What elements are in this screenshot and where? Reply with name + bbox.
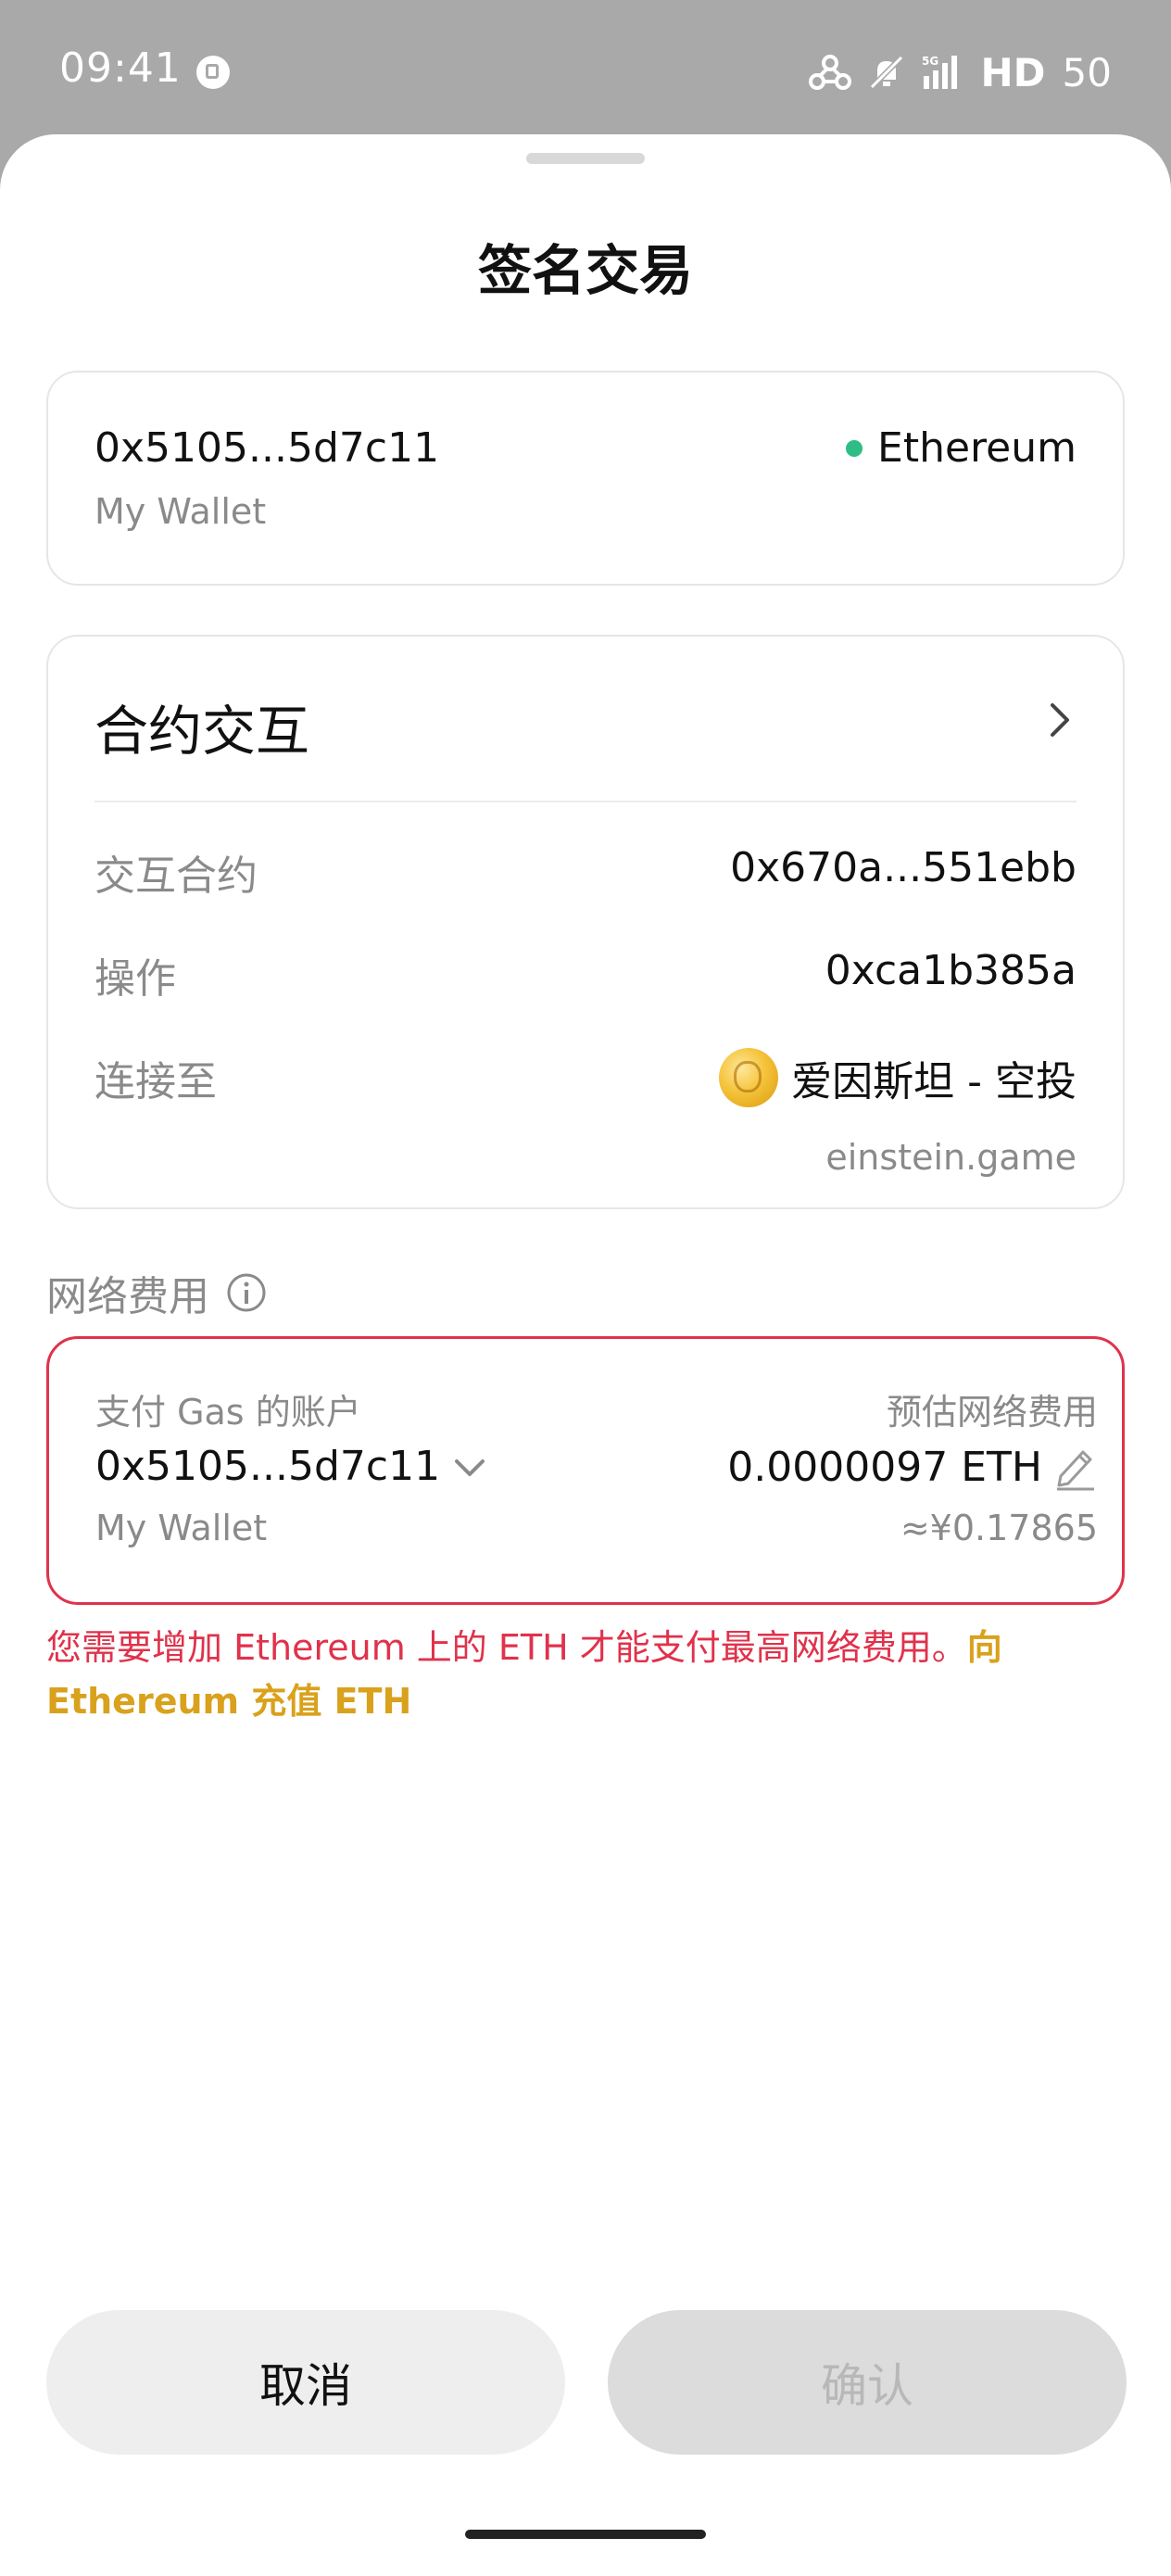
hotspot-icon bbox=[808, 55, 851, 90]
account-card: 0x5105...5d7c11 My Wallet Ethereum bbox=[46, 371, 1125, 586]
dapp-domain: einstein.game bbox=[825, 1137, 1077, 1178]
estimated-fee-value: 0.0000097 ETH bbox=[727, 1443, 1042, 1491]
warning-text: 您需要增加 Ethereum 上的 ETH 才能支付最高网络费用。 bbox=[46, 1627, 967, 1668]
mute-icon bbox=[869, 55, 903, 90]
estimated-fee-label: 预估网络费用 bbox=[886, 1392, 1098, 1433]
svg-text:5G: 5G bbox=[922, 55, 938, 68]
network-fee-title: 网络费用 bbox=[46, 1273, 209, 1320]
chevron-down-icon bbox=[455, 1458, 485, 1476]
signal-5g-icon: 5G bbox=[922, 55, 957, 89]
network-indicator: Ethereum bbox=[846, 424, 1077, 472]
confirm-button[interactable]: 确认 bbox=[608, 2310, 1127, 2455]
account-address: 0x5105...5d7c11 bbox=[94, 424, 440, 472]
operation-row: 操作 0xca1b385a bbox=[94, 945, 1077, 1010]
gas-payer-wallet: My Wallet bbox=[95, 1508, 268, 1548]
gas-payer-address: 0x5105...5d7c11 bbox=[95, 1443, 441, 1490]
contract-interaction-title: 合约交互 bbox=[94, 700, 310, 763]
row-label: 连接至 bbox=[94, 1058, 217, 1105]
contract-interaction-header[interactable]: 合约交互 bbox=[94, 637, 1077, 802]
edit-pencil-icon[interactable] bbox=[1051, 1443, 1098, 1491]
chevron-right-icon bbox=[1051, 703, 1069, 737]
status-bar: 09:41 5G HD 50 bbox=[0, 0, 1171, 139]
gas-payer-selector[interactable]: 0x5105...5d7c11 bbox=[95, 1443, 488, 1490]
dapp-info: 爱因斯坦 - 空投 bbox=[719, 1048, 1077, 1107]
insufficient-funds-warning: 您需要增加 Ethereum 上的 ETH 才能支付最高网络费用。向 Ether… bbox=[46, 1621, 1093, 1728]
network-type-label: HD bbox=[980, 49, 1046, 95]
connected-dapp-row: 连接至 爱因斯坦 - 空投 bbox=[94, 1048, 1077, 1113]
dapp-name: 爱因斯坦 - 空投 bbox=[791, 1058, 1077, 1105]
status-icons: 5G HD 50 bbox=[808, 46, 1112, 98]
estimated-fee: 0.0000097 ETH bbox=[727, 1443, 1098, 1491]
network-status-dot bbox=[846, 439, 863, 457]
dapp-logo-icon bbox=[719, 1048, 779, 1107]
status-time: 09:41 bbox=[59, 44, 182, 92]
contract-address-value[interactable]: 0x670a...551ebb bbox=[730, 844, 1077, 891]
network-fee-section-label: 网络费用 bbox=[46, 1263, 267, 1322]
contract-card: 合约交互 交互合约 0x670a...551ebb 操作 0xca1b385a … bbox=[46, 635, 1125, 1209]
network-fee-card: 支付 Gas 的账户 0x5105...5d7c11 My Wallet 预估网… bbox=[46, 1336, 1125, 1605]
sign-transaction-sheet: 签名交易 0x5105...5d7c11 My Wallet Ethereum … bbox=[0, 134, 1171, 2576]
estimated-fee-fiat: ≈¥0.17865 bbox=[900, 1508, 1098, 1548]
row-label: 操作 bbox=[94, 955, 176, 1003]
contract-address-row: 交互合约 0x670a...551ebb bbox=[94, 842, 1077, 907]
gas-payer-label: 支付 Gas 的账户 bbox=[95, 1392, 361, 1433]
cancel-button[interactable]: 取消 bbox=[46, 2310, 565, 2455]
home-indicator[interactable] bbox=[465, 2530, 706, 2539]
network-name: Ethereum bbox=[877, 424, 1077, 472]
sheet-title: 签名交易 bbox=[477, 239, 693, 302]
row-label: 交互合约 bbox=[94, 852, 258, 900]
info-icon[interactable] bbox=[226, 1272, 267, 1313]
operation-value: 0xca1b385a bbox=[825, 947, 1077, 994]
app-notification-icon bbox=[196, 56, 230, 89]
account-wallet-name: My Wallet bbox=[94, 491, 267, 532]
battery-level: 50 bbox=[1062, 49, 1112, 95]
sheet-drag-handle[interactable] bbox=[526, 153, 645, 164]
